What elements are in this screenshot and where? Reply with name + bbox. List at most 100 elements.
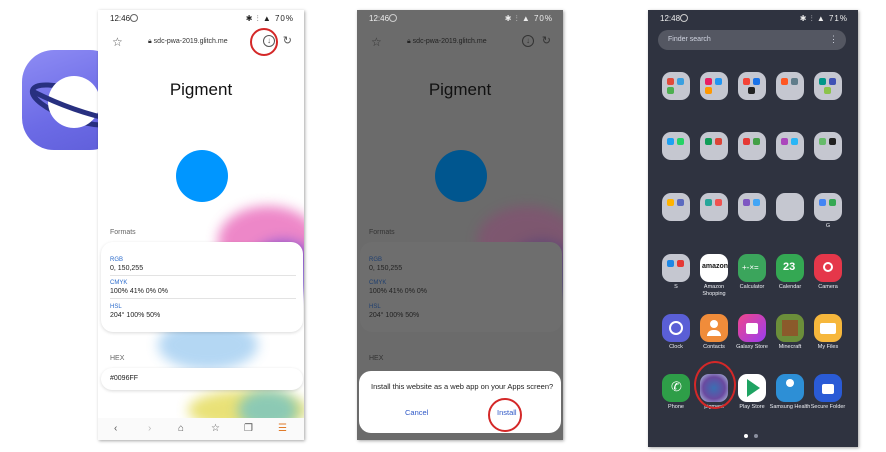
rgb-label: RGB <box>110 257 124 263</box>
app-title: Pigment <box>169 80 233 99</box>
hex-section-label: HEX <box>369 355 384 362</box>
notification-icon <box>130 14 138 22</box>
bookmarks-icon[interactable]: ☆ <box>211 423 220 434</box>
divider <box>110 275 296 276</box>
app-label: My Files <box>817 344 839 350</box>
samsung-health-icon[interactable] <box>776 374 804 402</box>
galaxy-store-icon[interactable] <box>738 314 766 342</box>
my-files-icon[interactable] <box>814 314 842 342</box>
browser-toolbar: ‹ › ⌂ ☆ ❐ ☰ <box>98 418 304 440</box>
cmyk-label: CMYK <box>369 280 387 286</box>
calculator-icon[interactable]: +-×= <box>738 254 766 282</box>
url-text: sdc-pwa-2019.glitch.me <box>412 38 487 45</box>
phone-browser-screen: 12:46 ✱ ⫶ ▲ 70% ☆ 🔒︎ sdc-pwa-2019.glitch… <box>98 10 304 440</box>
app-folder[interactable] <box>776 193 804 221</box>
app-folder[interactable] <box>738 72 766 100</box>
formats-card: RGB 0, 150,255 CMYK 100% 41% 0% 0% HSL 2… <box>101 242 303 332</box>
rgb-label: RGB <box>369 257 383 263</box>
page-indicator-active <box>744 434 748 438</box>
highlight-circle-install <box>488 398 522 432</box>
camera-icon[interactable] <box>814 254 842 282</box>
cmyk-value: 100% 41% 0% 0% <box>369 288 427 295</box>
app-folder[interactable] <box>662 72 690 100</box>
hsl-value: 204° 100% 50% <box>369 312 420 319</box>
formats-section-label: Formats <box>110 229 136 236</box>
calendar-day: 23 <box>783 261 796 273</box>
url-text: sdc-pwa-2019.glitch.me <box>153 38 228 45</box>
color-swatch <box>435 150 487 202</box>
calendar-icon[interactable]: 23 <box>776 254 804 282</box>
status-time: 12:46 <box>369 14 390 23</box>
app-folder[interactable] <box>814 132 842 160</box>
contacts-icon[interactable] <box>700 314 728 342</box>
calculator-glyph: +-×= <box>742 263 759 272</box>
app-folder[interactable] <box>738 132 766 160</box>
battery-level: 71% <box>828 14 848 23</box>
forward-icon[interactable]: › <box>148 423 151 434</box>
notification-icon <box>680 14 688 22</box>
signal-icons: ✱ ⫶ ▲ <box>504 14 534 23</box>
install-dialog: Install this website as a web app on you… <box>359 371 561 433</box>
hex-card[interactable]: #0096FF <box>101 368 303 390</box>
signal-icons: ✱ ⫶ ▲ <box>245 14 275 23</box>
clock-icon[interactable] <box>662 314 690 342</box>
formats-card: RGB 0, 150,255 CMYK 100% 41% 0% 0% HSL 2… <box>360 242 562 332</box>
app-folder[interactable] <box>814 72 842 100</box>
hex-section-label: HEX <box>110 355 125 362</box>
home-icon[interactable]: ⌂ <box>178 423 184 434</box>
minecraft-icon[interactable] <box>776 314 804 342</box>
finder-search-bar[interactable]: Finder search ⋮ <box>658 30 846 50</box>
phone-icon[interactable]: ✆ <box>662 374 690 402</box>
cancel-button[interactable]: Cancel <box>405 408 428 417</box>
tabs-icon[interactable]: ❐ <box>244 423 253 434</box>
phone-install-dialog-screen: 12:46 ✱ ⫶ ▲ 70% ☆ 🔒︎ sdc-pwa-2019.glitch… <box>357 10 563 440</box>
app-folder[interactable] <box>662 254 690 282</box>
rgb-value: 0, 150,255 <box>369 265 403 272</box>
status-time: 12:46 <box>110 14 131 23</box>
hsl-label: HSL <box>110 304 122 310</box>
app-title: Pigment <box>428 80 492 99</box>
menu-icon[interactable]: ☰ <box>278 423 287 434</box>
cmyk-label: CMYK <box>110 280 128 286</box>
signal-icons: ✱ ⫶ ▲ <box>799 14 829 23</box>
amazon-logo-text: amazon <box>702 263 729 270</box>
hex-value[interactable]: #0096FF <box>110 375 138 382</box>
rgb-value[interactable]: 0, 150,255 <box>110 265 143 272</box>
back-icon[interactable]: ‹ <box>114 423 117 434</box>
app-folder[interactable] <box>738 193 766 221</box>
cmyk-value[interactable]: 100% 41% 0% 0% <box>110 288 168 295</box>
formats-section-label: Formats <box>369 229 395 236</box>
folder-label-g: G <box>825 223 831 229</box>
app-folder[interactable] <box>814 193 842 221</box>
more-options-icon[interactable]: ⋮ <box>829 34 838 45</box>
app-folder[interactable] <box>776 72 804 100</box>
status-bar: 12:46 ✱ ⫶ ▲ 70% <box>357 10 563 28</box>
app-folder[interactable] <box>700 193 728 221</box>
page-indicator <box>754 434 758 438</box>
app-label: Secure Folder <box>810 404 846 410</box>
download-icon: ↓ <box>522 35 534 47</box>
app-folder[interactable] <box>662 193 690 221</box>
app-label: Camera <box>818 284 838 290</box>
app-folder[interactable] <box>700 72 728 100</box>
color-swatch <box>176 150 228 202</box>
phone-home-screen: 12:48 ✱ ⫶ ▲ 71% Finder search ⋮ G S amaz… <box>648 10 858 447</box>
battery-level: 70% <box>274 14 294 23</box>
app-folder[interactable] <box>662 132 690 160</box>
hsl-label: HSL <box>369 304 381 310</box>
secure-folder-icon[interactable] <box>814 374 842 402</box>
status-time: 12:48 <box>660 14 681 23</box>
hsl-value[interactable]: 204° 100% 50% <box>110 312 160 319</box>
refresh-icon[interactable]: ↻ <box>283 34 292 47</box>
bookmark-star-icon[interactable]: ☆ <box>112 35 123 49</box>
play-store-icon[interactable] <box>738 374 766 402</box>
status-bar: 12:48 ✱ ⫶ ▲ 71% <box>648 10 858 28</box>
app-folder[interactable] <box>700 132 728 160</box>
address-bar: ☆ 🔒︎ sdc-pwa-2019.glitch.me ↓ ↻ <box>357 30 563 54</box>
app-folder[interactable] <box>776 132 804 160</box>
dialog-message: Install this website as a web app on you… <box>371 382 554 391</box>
bookmark-star-icon: ☆ <box>371 35 382 49</box>
battery-level: 70% <box>533 14 553 23</box>
amazon-shopping-icon[interactable]: amazon <box>700 254 728 282</box>
refresh-icon: ↻ <box>541 35 551 47</box>
